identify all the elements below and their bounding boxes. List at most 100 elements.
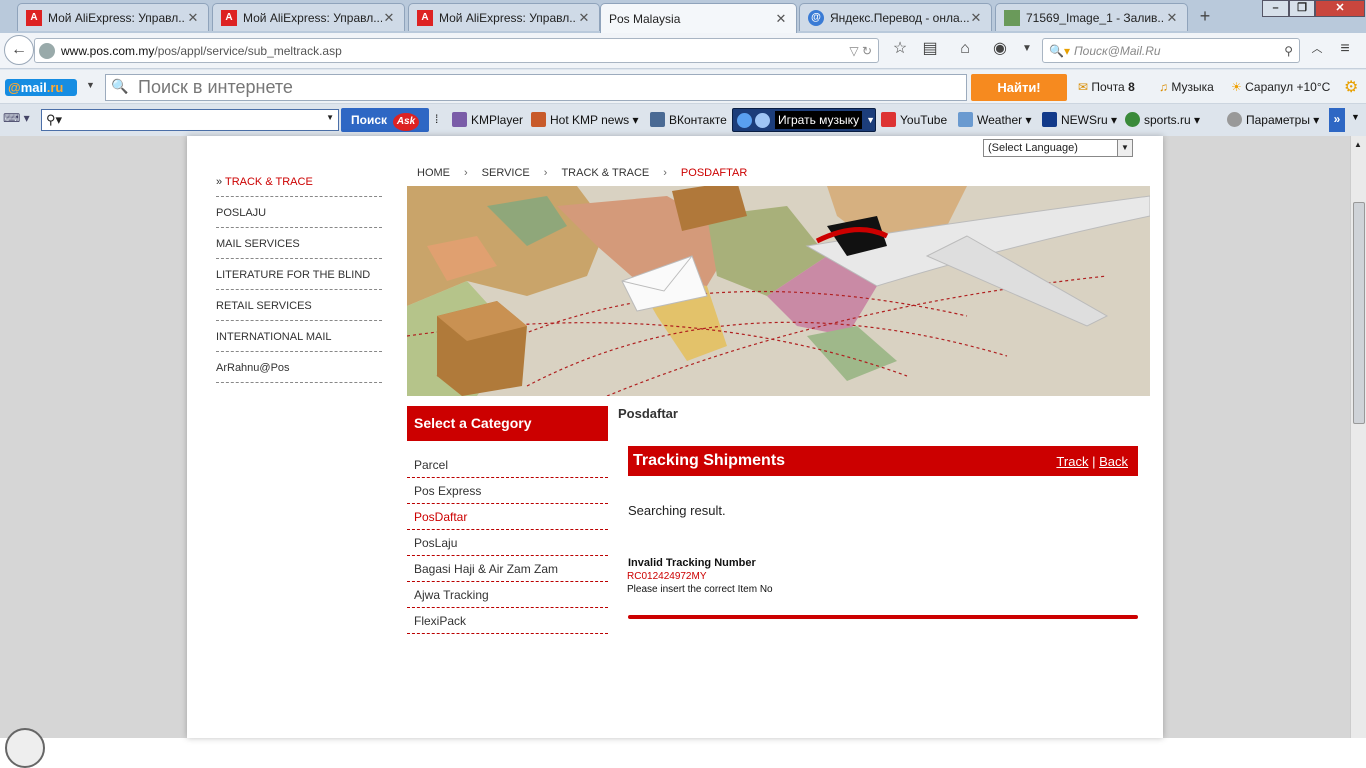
divider [628, 615, 1138, 619]
close-icon[interactable]: ✕ [774, 11, 788, 27]
corner-widget-button[interactable] [5, 728, 45, 768]
page-viewport: (Select Language) ▼ » TRACK & TRACE POSL… [0, 136, 1350, 768]
close-icon[interactable]: ✕ [1165, 10, 1179, 26]
volume-icon[interactable] [755, 112, 770, 128]
search-input[interactable]: 🔍▾ Поиск@Mail.Ru ⚲ [1042, 38, 1300, 63]
hot-kmp-news-link[interactable]: Hot KMP news ▾ [531, 112, 639, 127]
ask-search-input[interactable]: ⚲▾ ▼ [41, 109, 339, 131]
sports-icon [1125, 112, 1140, 127]
bookmarks-list-icon[interactable]: ▤ [915, 35, 945, 65]
toolbar-separator-icon: ⁞ [435, 112, 439, 126]
navigation-bar: ← www.pos.com.my/pos/appl/service/sub_me… [0, 33, 1366, 69]
category-posdaftar[interactable]: PosDaftar [407, 504, 608, 530]
image-icon [1004, 9, 1020, 26]
chevron-down-icon[interactable]: ▼ [1351, 112, 1360, 122]
world-map-banner [407, 186, 1150, 396]
weather-menu[interactable]: Weather ▾ [958, 112, 1032, 127]
vkontakte-link[interactable]: ВКонтакте [650, 112, 727, 127]
dropdown-icon[interactable]: ▼ [1012, 35, 1042, 65]
music-player[interactable]: Играть музыку ▼ [732, 108, 876, 132]
nav-track-trace[interactable]: » TRACK & TRACE [216, 166, 382, 197]
toolbar-options-icon[interactable]: ⌨ ▾ [3, 111, 33, 125]
play-icon[interactable] [737, 112, 752, 128]
nav-literature-blind[interactable]: LITERATURE FOR THE BLIND [216, 259, 382, 290]
search-engine-icon: 🔍 [111, 78, 129, 94]
tab-aliexpress-2[interactable]: A Мой AliExpress: Управл... ✕ [212, 3, 405, 31]
settings-gear-icon[interactable]: ⚙ [1344, 77, 1358, 97]
address-bar[interactable]: www.pos.com.my/pos/appl/service/sub_melt… [34, 38, 879, 63]
tab-pos-malaysia[interactable]: Pos Malaysia ✕ [600, 3, 797, 33]
nav-mail-services[interactable]: MAIL SERVICES [216, 228, 382, 259]
youtube-icon [881, 112, 896, 127]
music-link[interactable]: ♫ Музыка [1159, 80, 1214, 94]
minimize-button[interactable]: – [1262, 0, 1289, 17]
chevron-right-icon: › [464, 167, 468, 179]
vk-icon [650, 112, 665, 127]
category-bagasi-haji[interactable]: Bagasi Haji & Air Zam Zam [407, 556, 608, 582]
language-select[interactable]: (Select Language) ▼ [983, 139, 1133, 157]
tab-aliexpress-3[interactable]: A Мой AliExpress: Управл... ✕ [408, 3, 600, 31]
breadcrumb-track-trace[interactable]: TRACK & TRACE [561, 167, 649, 179]
menu-icon[interactable]: ≡ [1330, 35, 1360, 65]
tab-aliexpress-1[interactable]: A Мой AliExpress: Управл... ✕ [17, 3, 209, 31]
youtube-link[interactable]: YouTube [881, 112, 947, 127]
nav-retail-services[interactable]: RETAIL SERVICES [216, 290, 382, 321]
nav-poslaju[interactable]: POSLAJU [216, 197, 382, 228]
reload-icon[interactable]: ▽ ↻ [838, 44, 878, 58]
track-link[interactable]: Track [1056, 454, 1088, 469]
mail-link[interactable]: ✉ Почта 8 [1078, 80, 1135, 94]
mailru-logo[interactable]: @mail.ru [5, 79, 77, 96]
search-icon: ⚲▾ [46, 112, 63, 127]
category-flexipack[interactable]: FlexiPack [407, 608, 608, 634]
weather-link[interactable]: ☀ Сарапул +10°C [1231, 80, 1330, 94]
close-window-button[interactable]: ✕ [1315, 0, 1365, 17]
home-icon[interactable]: ⌂ [950, 35, 980, 65]
chevron-down-icon[interactable]: ▼ [86, 80, 95, 90]
chevron-down-icon[interactable]: ▼ [1117, 140, 1132, 156]
category-ajwa-tracking[interactable]: Ajwa Tracking [407, 582, 608, 608]
breadcrumb-service[interactable]: SERVICE [482, 167, 530, 179]
close-icon[interactable]: ✕ [969, 10, 983, 26]
tab-yandex[interactable]: @ Яндекс.Перевод - онла... ✕ [799, 3, 992, 31]
search-placeholder: Поиск в интернете [138, 77, 293, 97]
find-button[interactable]: Найти! [971, 74, 1067, 101]
chevron-down-icon[interactable]: ▼ [866, 115, 875, 125]
category-poslaju[interactable]: PosLaju [407, 530, 608, 556]
close-icon[interactable]: ✕ [186, 10, 200, 26]
scroll-up-icon[interactable]: ︿ [1302, 35, 1332, 65]
search-placeholder: Поиск@Mail.Ru [1073, 43, 1161, 58]
nav-international-mail[interactable]: INTERNATIONAL MAIL [216, 321, 382, 352]
new-tab-button[interactable]: + [1194, 6, 1216, 28]
ask-search-button[interactable]: Поиск Ask [341, 108, 429, 132]
close-icon[interactable]: ✕ [577, 10, 591, 26]
sun-icon: ☀ [1231, 80, 1242, 94]
mailru-search-input[interactable]: 🔍 Поиск в интернете [105, 74, 967, 101]
back-button[interactable]: ← [4, 35, 34, 65]
sports-menu[interactable]: sports.ru ▾ [1125, 112, 1200, 127]
addon-icon[interactable]: ◉ [985, 35, 1015, 65]
chevron-down-icon[interactable]: ▼ [326, 113, 334, 122]
tracking-number: RC012424972MY [627, 571, 707, 582]
music-icon: ♫ [1159, 80, 1168, 94]
back-link[interactable]: Back [1099, 454, 1128, 469]
category-pos-express[interactable]: Pos Express [407, 478, 608, 504]
aliexpress-icon: A [26, 9, 42, 26]
nav-arrahnu[interactable]: ArRahnu@Pos [216, 352, 382, 383]
search-icon[interactable]: ⚲ [1284, 44, 1293, 58]
category-list: Parcel Pos Express PosDaftar PosLaju Bag… [407, 452, 608, 634]
tab-image[interactable]: 71569_Image_1 - Залив... ✕ [995, 3, 1188, 31]
category-parcel[interactable]: Parcel [407, 452, 608, 478]
breadcrumb-home[interactable]: HOME [417, 167, 450, 179]
scroll-up-arrow-icon[interactable]: ▲ [1354, 140, 1362, 149]
maximize-button[interactable]: ❐ [1289, 0, 1315, 17]
vertical-scrollbar[interactable]: ▲ [1350, 136, 1366, 738]
parameters-menu[interactable]: Параметры ▾ [1227, 112, 1319, 127]
scrollbar-thumb[interactable] [1353, 202, 1365, 424]
toolbar-overflow-button[interactable]: » [1329, 108, 1345, 132]
page-title: Posdaftar [618, 406, 678, 421]
close-icon[interactable]: ✕ [382, 10, 396, 26]
gear-icon [1227, 112, 1242, 127]
newsru-menu[interactable]: NEWSru ▾ [1042, 112, 1117, 127]
bookmark-star-icon[interactable]: ☆ [885, 35, 915, 65]
kmplayer-link[interactable]: KMPlayer [452, 112, 523, 127]
